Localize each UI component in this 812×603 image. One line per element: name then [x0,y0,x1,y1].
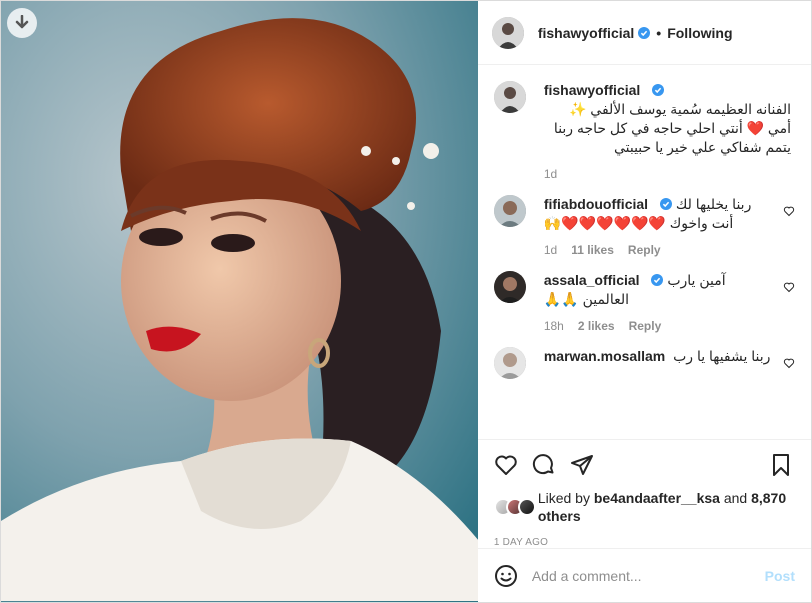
comment-icon[interactable] [532,453,556,477]
download-icon [15,15,29,29]
portrait-image [1,1,478,602]
bookmark-icon[interactable] [769,453,793,477]
heart-icon[interactable] [494,453,518,477]
instagram-post: fishawyofficial • Following fishawyoffic… [0,0,812,603]
comment-likes[interactable]: 11 likes [571,243,614,257]
header-separator: • [656,24,662,41]
heart-icon[interactable] [783,205,795,217]
verified-badge-icon [638,26,651,39]
heart-icon[interactable] [783,281,795,293]
comment-input[interactable] [531,567,765,584]
avatar-image [493,271,526,303]
comment-avatar[interactable] [493,195,526,227]
caption-avatar[interactable] [493,81,526,113]
action-bar [477,439,811,489]
emoji-icon[interactable] [494,564,518,588]
comment-avatar[interactable] [493,271,526,303]
avatar-image [493,81,526,113]
comment-username[interactable]: assala_official [544,272,640,288]
comment-time[interactable]: 18h [544,319,564,333]
comment-text: ربنا يشفيها يا رب [673,348,771,364]
liker-avatars[interactable] [493,498,536,516]
comment-item: marwan.mosallam ربنا يشفيها يا رب [493,347,795,379]
comment-time[interactable]: 1d [544,243,557,257]
comment-item: fifiabdouofficial ربنا يخليها لك أنت واخ… [493,195,795,257]
verified-badge-icon [652,84,665,96]
comment-avatar[interactable] [493,347,526,379]
share-icon[interactable] [570,453,594,477]
caption-time[interactable]: 1d [544,167,557,181]
post-timestamp[interactable]: 1 DAY AGO [478,525,811,548]
caption-username[interactable]: fishawyofficial [544,82,640,98]
verified-badge-icon [651,274,664,286]
following-button[interactable]: Following [667,25,732,41]
reply-button[interactable]: Reply [628,243,661,257]
comments-list[interactable]: fishawyofficial الفنانه العظيمه سُمية يو… [478,65,811,439]
caption-text: الفنانه العظيمه سُمية يوسف الألفي ✨ أمي … [553,101,791,155]
comment-username[interactable]: marwan.mosallam [544,348,665,364]
heart-icon[interactable] [783,357,795,369]
likes-text: Liked by be4andaafter__ksa and 8,870 oth… [538,489,795,525]
post-header: fishawyofficial • Following [477,1,811,65]
post-comment-button[interactable]: Post [765,568,795,584]
post-photo[interactable] [1,1,478,602]
comment-item: assala_official آمين يارب العالمين 🙏🙏 18… [493,271,795,333]
post-side-panel: fishawyofficial • Following fishawyoffic… [477,1,811,602]
verified-badge-icon [659,198,672,210]
likes-prefix: Liked by [537,490,594,506]
download-button[interactable] [7,8,37,38]
author-username[interactable]: fishawyofficial [538,25,634,41]
likes-summary: Liked by be4andaafter__ksa and 8,870 oth… [478,489,811,525]
reply-button[interactable]: Reply [629,319,662,333]
liker-avatar [517,498,536,516]
author-avatar[interactable] [491,16,524,49]
liker-username[interactable]: be4andaafter__ksa [594,490,720,506]
avatar-image [493,195,526,227]
comment-likes[interactable]: 2 likes [578,319,615,333]
likes-middle: and [719,490,752,506]
add-comment-bar: Post [477,548,811,602]
comment-username[interactable]: fifiabdouofficial [544,196,648,212]
avatar-image [491,16,524,49]
caption: fishawyofficial الفنانه العظيمه سُمية يو… [493,81,795,181]
avatar-image [493,347,526,379]
